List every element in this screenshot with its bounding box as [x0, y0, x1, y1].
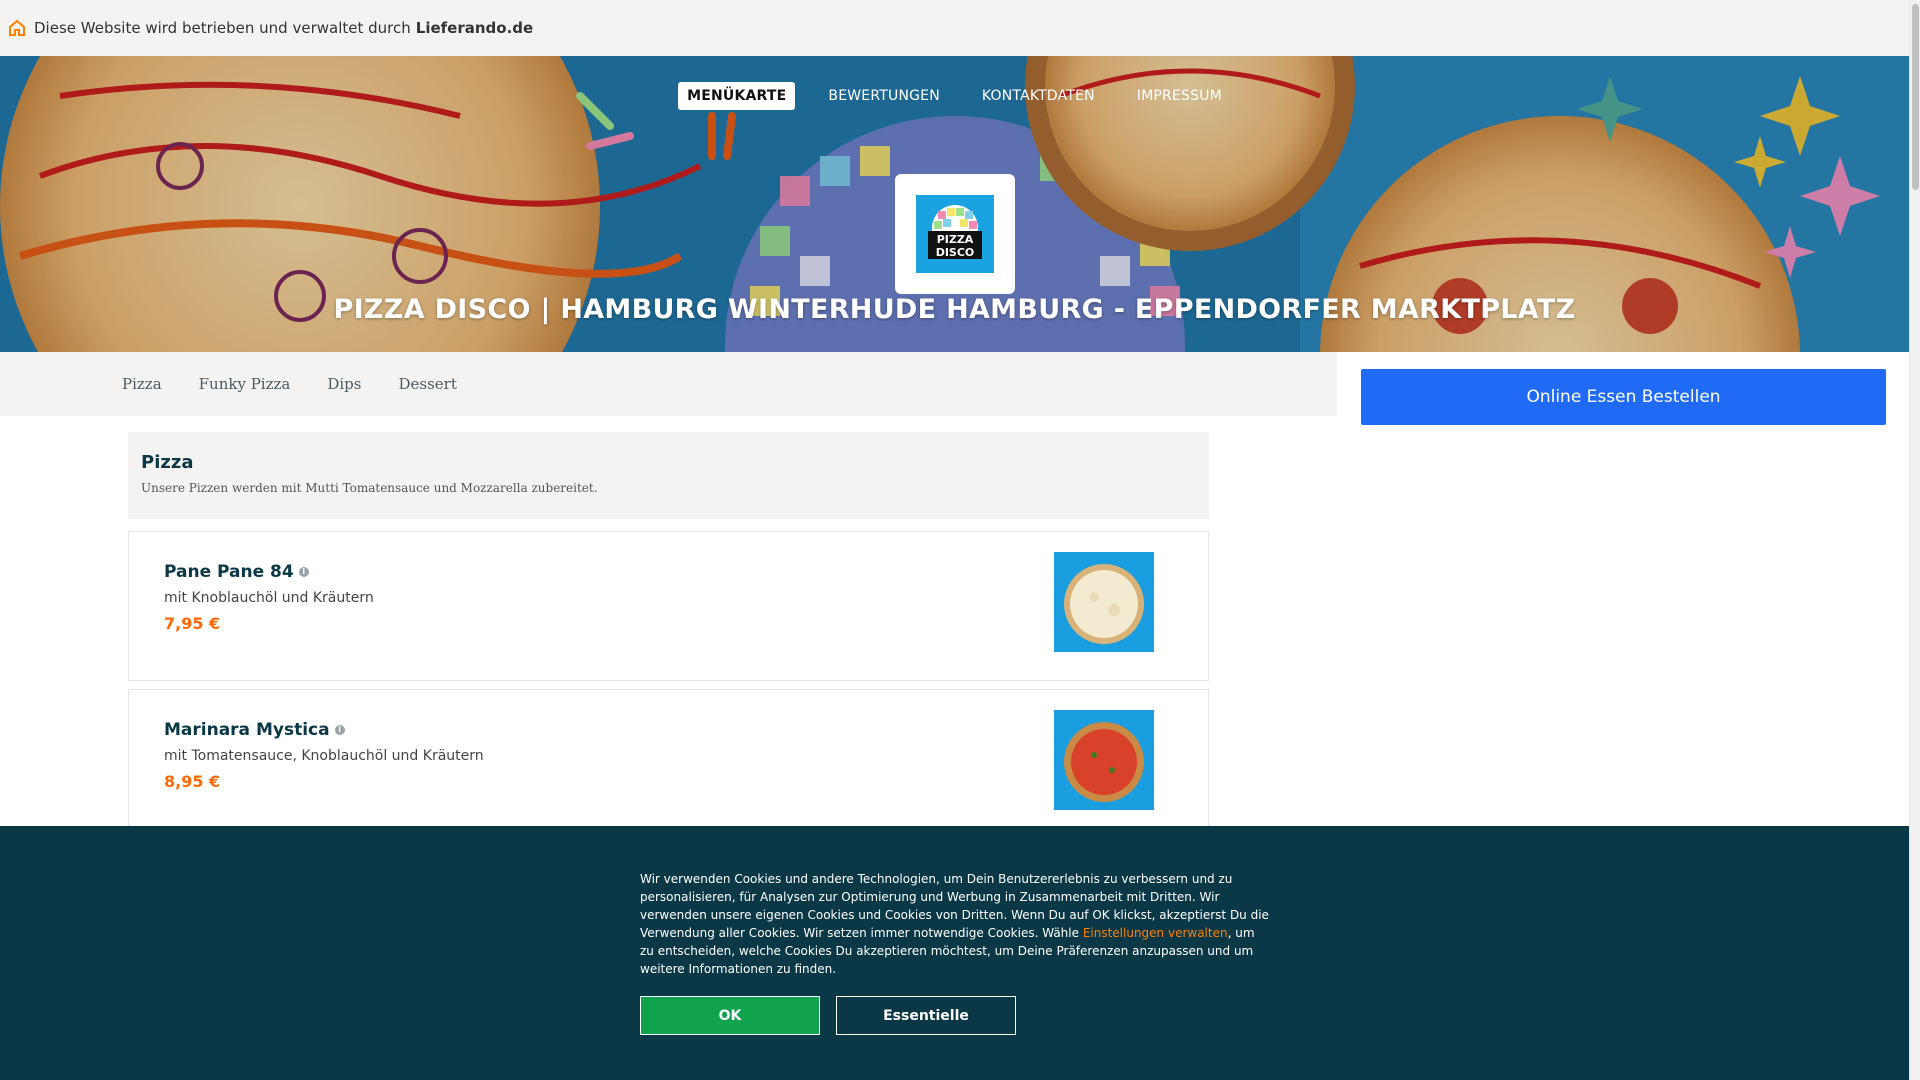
operator-brand-link[interactable]: Lieferando.de	[416, 19, 533, 37]
category-nav: Pizza Funky Pizza Dips Dessert	[0, 352, 1337, 416]
pizza-disco-logo: PIZZA DISCO	[916, 195, 994, 273]
info-icon[interactable]: i	[334, 725, 345, 735]
category-dessert[interactable]: Dessert	[398, 375, 456, 393]
page-scrollbar[interactable]	[1909, 0, 1920, 1080]
menu-item-price: 8,95 €	[164, 772, 221, 791]
cookie-ok-button[interactable]: OK	[640, 996, 820, 1035]
menu-item[interactable]: Pane Pane 84 i mit Knoblauchöl und Kräute…	[128, 531, 1209, 681]
operator-info-text: Diese Website wird betrieben und verwalt…	[34, 19, 411, 37]
category-pizza[interactable]: Pizza	[122, 375, 162, 393]
nav-impressum[interactable]: IMPRESSUM	[1128, 82, 1231, 110]
logo-word-2: DISCO	[936, 246, 975, 259]
main-nav: MENÜKARTE BEWERTUNGEN KONTAKTDATEN IMPRE…	[0, 82, 1909, 110]
menu-item-description: mit Knoblauchöl und Kräutern	[164, 590, 374, 606]
menu-item-name: Marinara Mystica	[164, 720, 330, 740]
operator-info-bar: Diese Website wird betrieben und verwalt…	[0, 0, 1909, 56]
menu-item-image	[1054, 710, 1154, 810]
section-title: Pizza	[141, 452, 194, 473]
menu-item-image	[1054, 552, 1154, 652]
nav-menukarte[interactable]: MENÜKARTE	[678, 82, 796, 110]
cookie-essential-button[interactable]: Essentielle	[836, 996, 1016, 1035]
category-dips[interactable]: Dips	[327, 375, 361, 393]
restaurant-title: PIZZA DISCO | HAMBURG WINTERHUDE HAMBURG…	[333, 294, 1576, 325]
order-online-button[interactable]: Online Essen Bestellen	[1361, 369, 1886, 425]
info-icon[interactable]: i	[298, 567, 309, 577]
cookie-text: Wir verwenden Cookies und andere Technol…	[640, 870, 1272, 978]
menu-item-description: mit Tomatensauce, Knoblauchöl und Kräute…	[164, 748, 484, 764]
scrollbar-thumb[interactable]	[1912, 4, 1919, 190]
menu-item-name: Pane Pane 84	[164, 562, 294, 582]
logo-word-1: PIZZA	[937, 233, 974, 246]
hero-banner: MENÜKARTE BEWERTUNGEN KONTAKTDATEN IMPRE…	[0, 56, 1909, 352]
cookie-banner: Wir verwenden Cookies und andere Technol…	[0, 826, 1909, 1080]
nav-bewertungen[interactable]: BEWERTUNGEN	[819, 82, 949, 110]
section-description: Unsere Pizzen werden mit Mutti Tomatensa…	[141, 481, 598, 495]
menu-item-price: 7,95 €	[164, 614, 221, 633]
manage-settings-link[interactable]: Einstellungen verwalten	[1083, 926, 1228, 940]
restaurant-logo: PIZZA DISCO	[895, 174, 1015, 294]
menu-item[interactable]: Marinara Mystica i mit Tomatensauce, Knob…	[128, 689, 1209, 839]
nav-kontaktdaten[interactable]: KONTAKTDATEN	[973, 82, 1104, 110]
section-header-pizza: Pizza Unsere Pizzen werden mit Mutti Tom…	[128, 432, 1209, 519]
home-icon	[9, 19, 25, 36]
menu-item-name-wrap: Pane Pane 84 i	[164, 562, 309, 582]
menu-item-name-wrap: Marinara Mystica i	[164, 720, 345, 740]
category-funky-pizza[interactable]: Funky Pizza	[199, 375, 291, 393]
